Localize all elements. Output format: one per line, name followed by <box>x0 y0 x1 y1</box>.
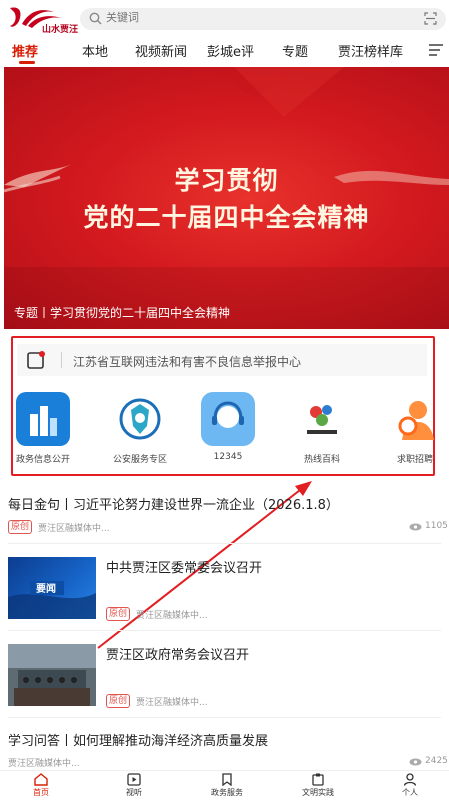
play-icon <box>127 773 141 786</box>
service-label: 公安服务专区 <box>112 455 167 465</box>
app-logo[interactable]: 山水贾汪 <box>8 4 78 35</box>
service-label: 求职招聘 <box>396 455 433 465</box>
views-eye-icon <box>409 758 422 766</box>
app-header: 山水贾汪 <box>0 0 449 35</box>
tab-pengcheng-e-review[interactable]: 彭城e评 <box>207 41 254 60</box>
news-title: 学习问答丨如何理解推动海洋经济高质量发展 <box>8 734 269 749</box>
clipboard-icon <box>312 773 324 786</box>
logo-text: 山水贾汪 <box>42 25 79 35</box>
service-label: 12345 <box>213 452 243 462</box>
report-divider <box>61 352 62 368</box>
bottom-navigation: 首页 视听 政务服务 文明实践 个人 <box>0 770 449 800</box>
building-icon <box>16 392 70 446</box>
thumbnail-label: 要闻 <box>36 584 56 595</box>
channel-menu-icon[interactable] <box>429 44 443 56</box>
tab-recommend[interactable]: 推荐 <box>12 41 38 60</box>
report-center-link[interactable]: 江苏省互联网违法和有害不良信息举报中心 <box>17 344 427 376</box>
divider <box>8 543 441 544</box>
news-source: 贾汪区融媒体中... <box>8 759 80 769</box>
headset-icon <box>201 392 255 446</box>
nav-label: 个人 <box>402 788 418 797</box>
view-count: 1105 <box>425 521 448 531</box>
news-title: 每日金句丨习近平论努力建设世界一流企业（2026.1.8） <box>8 498 339 513</box>
job-search-icon <box>388 392 442 446</box>
search-icon <box>89 12 102 25</box>
active-tab-indicator <box>19 61 35 64</box>
news-source: 贾汪区融媒体中... <box>136 611 208 621</box>
tab-local[interactable]: 本地 <box>82 41 108 60</box>
tab-video-news[interactable]: 视频新闻 <box>135 41 187 60</box>
search-bar[interactable] <box>80 8 446 30</box>
report-icon <box>27 351 45 369</box>
news-title: 中共贾汪区委常委会议召开 <box>106 561 263 576</box>
channel-tabs: 推荐 本地 视频新闻 彭城e评 专题 贾汪榜样库 <box>0 36 449 66</box>
service-police[interactable]: 公安服务专区 <box>100 392 180 465</box>
scan-icon[interactable] <box>424 12 437 25</box>
nav-label: 政务服务 <box>211 788 243 797</box>
service-12345[interactable]: 12345 <box>188 392 268 462</box>
service-jobs[interactable]: 求职招聘 <box>375 392 449 465</box>
bookmark-icon <box>222 773 232 786</box>
original-tag: 原创 <box>106 607 131 621</box>
home-icon <box>34 773 48 786</box>
nav-label: 文明实践 <box>302 788 334 797</box>
report-center-text: 江苏省互联网违法和有害不良信息举报中心 <box>73 355 302 369</box>
nav-civilization-practice[interactable]: 文明实践 <box>288 773 348 798</box>
original-tag: 原创 <box>8 520 33 534</box>
hotline-encyclopedia-icon <box>295 392 349 446</box>
divider <box>8 717 441 718</box>
news-thumbnail <box>8 644 96 706</box>
featured-banner[interactable]: 学习贯彻 党的二十届四中全会精神 专题丨学习贯彻党的二十届四中全会精神 <box>4 67 449 329</box>
nav-label: 首页 <box>33 788 49 797</box>
news-source: 贾汪区融媒体中... <box>136 698 208 708</box>
original-tag: 原创 <box>106 694 131 708</box>
news-source: 贾汪区融媒体中... <box>38 524 110 534</box>
nav-profile[interactable]: 个人 <box>380 773 440 798</box>
service-gov-info[interactable]: 政务信息公开 <box>3 392 83 465</box>
views-eye-icon <box>409 523 422 531</box>
nav-audio-video[interactable]: 视听 <box>104 773 164 798</box>
nav-home[interactable]: 首页 <box>11 773 71 798</box>
search-input[interactable] <box>106 11 386 24</box>
services-panel: 江苏省互联网违法和有害不良信息举报中心 政务信息公开 公安服务专区 12345 … <box>11 336 435 476</box>
nav-label: 视听 <box>126 788 142 797</box>
news-thumbnail: 要闻 <box>8 557 96 619</box>
service-label: 政务信息公开 <box>15 455 70 465</box>
service-label: 热线百科 <box>303 455 340 465</box>
service-hotline-wiki[interactable]: 热线百科 <box>282 392 362 465</box>
banner-headline-line2: 党的二十届四中全会精神 <box>83 203 370 232</box>
user-icon <box>403 773 417 786</box>
tab-jiawang-role-models[interactable]: 贾汪榜样库 <box>338 41 403 60</box>
banner-caption: 专题丨学习贯彻党的二十届四中全会精神 <box>14 306 231 320</box>
news-title: 贾汪区政府常务会议召开 <box>106 648 250 663</box>
divider <box>8 630 441 631</box>
view-count: 2425 <box>425 756 448 766</box>
tab-topics[interactable]: 专题 <box>282 41 308 60</box>
banner-headline-line1: 学习贯彻 <box>174 166 279 195</box>
police-badge-icon <box>113 392 167 446</box>
nav-gov-services[interactable]: 政务服务 <box>197 773 257 798</box>
